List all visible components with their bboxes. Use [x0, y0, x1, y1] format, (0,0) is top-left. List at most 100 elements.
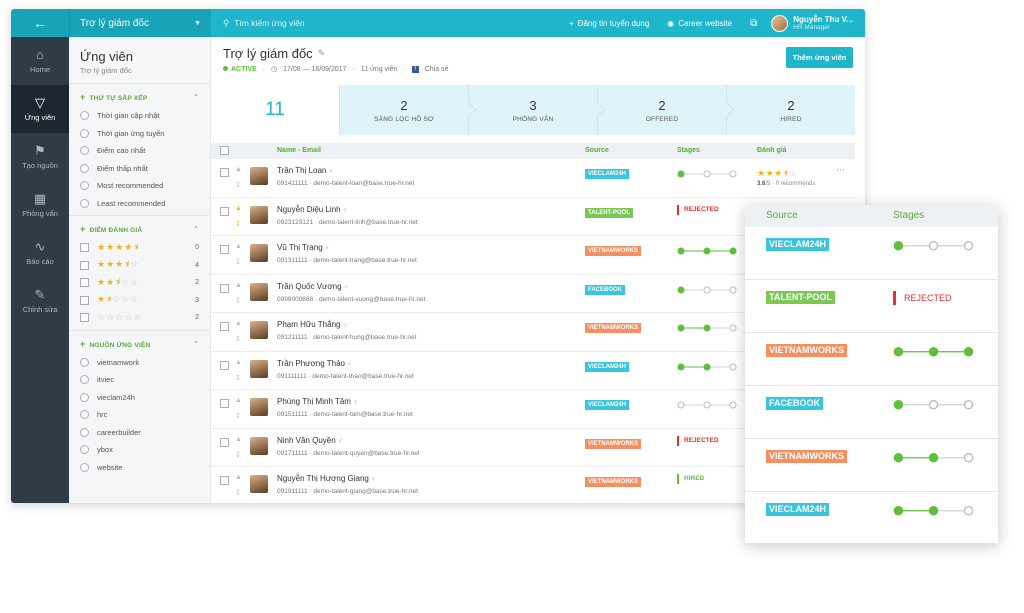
- rating-option[interactable]: ★⯨☆☆☆ 3: [80, 292, 199, 310]
- sort-option[interactable]: Least recommended: [80, 195, 199, 213]
- download-icon[interactable]: ↧: [235, 412, 241, 420]
- pipeline-stage-offered[interactable]: 2 OFFERED: [597, 85, 726, 135]
- select-all-checkbox[interactable]: [220, 146, 229, 155]
- candidate-name[interactable]: Phùng Thị Minh Tâm ♀: [277, 397, 358, 406]
- download-icon[interactable]: ↧: [235, 489, 241, 497]
- pipeline-stage-hired[interactable]: 2 HIRED: [726, 85, 855, 135]
- candidate-name[interactable]: Vũ Thị Trang ♀: [277, 243, 330, 252]
- pin-icon[interactable]: ▲: [235, 474, 242, 481]
- external-link-button[interactable]: ⧉: [750, 18, 757, 29]
- sort-option[interactable]: Điểm cao nhất: [80, 142, 199, 160]
- rating-option[interactable]: ☆☆☆☆☆ 2: [80, 309, 199, 327]
- source-option[interactable]: vietnamwork: [80, 354, 199, 372]
- rating-group-header[interactable]: + ĐIỂM ĐÁNH GIÁ ⌃: [80, 222, 199, 239]
- source-option[interactable]: careerbuilder: [80, 424, 199, 442]
- nav-item-candidates[interactable]: ▽ Ứng viên: [11, 85, 69, 133]
- row-checkbox[interactable]: [220, 437, 229, 447]
- download-icon[interactable]: ↧: [235, 181, 241, 189]
- radio-button[interactable]: [80, 392, 89, 402]
- row-checkbox[interactable]: [220, 360, 229, 370]
- sort-option[interactable]: Điểm thấp nhất: [80, 160, 199, 178]
- row-checkbox[interactable]: [220, 283, 229, 293]
- download-icon[interactable]: ↧: [235, 220, 241, 228]
- post-job-button[interactable]: + Đăng tin tuyển dụng: [569, 19, 649, 28]
- col-name-email[interactable]: Name - Email: [277, 147, 321, 154]
- checkbox[interactable]: [80, 278, 89, 288]
- nav-item-edit[interactable]: ✎ Chỉnh sửa: [11, 277, 69, 325]
- source-option[interactable]: vieclam24h: [80, 389, 199, 407]
- download-icon[interactable]: ↧: [235, 258, 241, 266]
- sort-option[interactable]: Most recommended: [80, 177, 199, 195]
- source-group-header[interactable]: + NGUỒN ỨNG VIÊN ⌃: [80, 337, 199, 354]
- pin-icon[interactable]: ▲: [235, 205, 242, 212]
- candidate-name[interactable]: Nguyễn Thị Hương Giang ♀: [277, 474, 376, 483]
- row-checkbox[interactable]: [220, 322, 229, 331]
- pipeline-total[interactable]: 11: [211, 85, 339, 135]
- pin-icon[interactable]: ▲: [235, 166, 242, 173]
- share-link[interactable]: Chia sẻ: [425, 66, 449, 73]
- candidate-name[interactable]: Phạm Hữu Thắng ♂: [277, 320, 348, 329]
- candidate-name[interactable]: Nguyễn Diệu Linh ♀: [277, 205, 348, 214]
- radio-button[interactable]: [80, 375, 89, 385]
- radio-button[interactable]: [80, 462, 89, 472]
- pipeline-stage-interview[interactable]: 3 PHỎNG VẤN: [468, 85, 597, 135]
- radio-button[interactable]: [80, 128, 89, 138]
- row-checkbox[interactable]: [220, 245, 229, 254]
- source-option[interactable]: ybox: [80, 441, 199, 459]
- radio-button[interactable]: [80, 410, 89, 420]
- add-candidate-button[interactable]: Thêm ứng viên: [786, 47, 853, 68]
- sort-option[interactable]: Thời gian ứng tuyển: [80, 125, 199, 143]
- radio-button[interactable]: [80, 146, 89, 156]
- pipeline-stage-screening[interactable]: 2 SÀNG LỌC HỒ SƠ: [339, 85, 468, 135]
- pin-icon[interactable]: ▲: [235, 282, 242, 289]
- row-checkbox[interactable]: [220, 476, 229, 485]
- sort-group-header[interactable]: + THỨ TỰ SẮP XẾP ⌃: [80, 90, 199, 107]
- pencil-icon[interactable]: ✎: [318, 48, 326, 59]
- radio-button[interactable]: [80, 198, 89, 208]
- nav-item-reports[interactable]: ∿ Báo cáo: [11, 229, 69, 277]
- col-source[interactable]: Source: [585, 147, 609, 154]
- rating-option[interactable]: ★★★★⯨ 0: [80, 239, 199, 257]
- radio-button[interactable]: [80, 427, 89, 437]
- row-checkbox[interactable]: [220, 168, 229, 177]
- pin-icon[interactable]: ▲: [235, 397, 242, 404]
- back-button[interactable]: ←: [11, 9, 69, 37]
- radio-button[interactable]: [80, 111, 89, 121]
- rating-option[interactable]: ★★★⯨☆ 4: [80, 257, 199, 275]
- candidate-name[interactable]: Trần Quốc Vương ♂: [277, 282, 349, 291]
- download-icon[interactable]: ↧: [235, 335, 241, 343]
- career-website-button[interactable]: ◉ Career website: [667, 19, 732, 28]
- pin-icon[interactable]: ▲: [235, 359, 242, 366]
- checkbox[interactable]: [80, 313, 89, 323]
- pin-icon[interactable]: ▲: [235, 320, 242, 327]
- search-box[interactable]: ⚲ Tìm kiếm ứng viên: [211, 18, 551, 29]
- candidate-name[interactable]: Trần Phương Thảo ♀: [277, 359, 352, 368]
- more-icon[interactable]: ⋯: [836, 165, 845, 176]
- candidate-name[interactable]: Ninh Văn Quyền ♂: [277, 436, 343, 445]
- rating-option[interactable]: ★★⯨☆☆ 2: [80, 274, 199, 292]
- radio-button[interactable]: [80, 181, 89, 191]
- col-stages[interactable]: Stages: [677, 147, 700, 154]
- pin-icon[interactable]: ▲: [235, 243, 242, 250]
- row-checkbox[interactable]: [220, 206, 229, 216]
- rating-stars[interactable]: ★★★⯨☆: [757, 166, 797, 182]
- checkbox[interactable]: [80, 295, 89, 305]
- checkbox[interactable]: [80, 243, 89, 253]
- nav-item-home[interactable]: ⌂ Home: [11, 37, 69, 85]
- sort-option[interactable]: Thời gian cập nhật: [80, 107, 199, 125]
- user-menu[interactable]: Nguyễn Thu V... HR Manager: [771, 14, 853, 32]
- source-option[interactable]: website: [80, 459, 199, 477]
- nav-item-sourcing[interactable]: ⚑ Tạo nguồn: [11, 133, 69, 181]
- download-icon[interactable]: ↧: [235, 451, 241, 459]
- table-row[interactable]: ▲ ↧ Trần Thị Loan ♀ 091411111 · demo-tale…: [211, 159, 855, 198]
- download-icon[interactable]: ↧: [235, 297, 241, 305]
- source-option[interactable]: itviec: [80, 371, 199, 389]
- source-option[interactable]: hrc: [80, 406, 199, 424]
- download-icon[interactable]: ↧: [235, 374, 241, 382]
- pin-icon[interactable]: ▲: [235, 436, 242, 443]
- candidate-name[interactable]: Trần Thị Loan ♀: [277, 166, 334, 175]
- radio-button[interactable]: [80, 445, 89, 455]
- radio-button[interactable]: [80, 357, 89, 367]
- col-rating[interactable]: Đánh giá: [757, 147, 787, 154]
- job-selector[interactable]: Trợ lý giám đốc ▼: [69, 9, 211, 37]
